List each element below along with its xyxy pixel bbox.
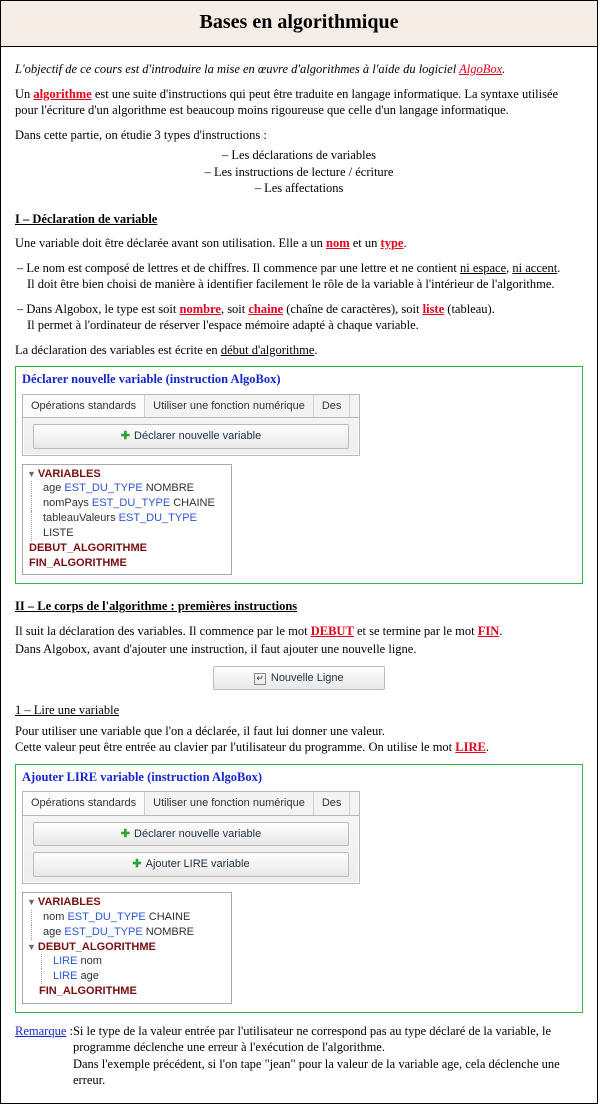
plus-icon: ✚	[121, 828, 130, 840]
remarque: Remarque : Si le type de la valeur entré…	[15, 1023, 583, 1089]
algobox-panel: Opérations standards Utiliser une foncti…	[22, 394, 360, 456]
section-2-1-head: 1 – Lire une variable	[15, 702, 583, 719]
tab-des[interactable]: Des	[314, 395, 351, 418]
code-tree: ▼VARIABLES age EST_DU_TYPE NOMBRE nomPay…	[22, 464, 232, 576]
greenbox-title: Ajouter LIRE variable (instruction AlgoB…	[22, 769, 576, 786]
greenbox-title: Déclarer nouvelle variable (instruction …	[22, 371, 576, 388]
kw-algorithme: algorithme	[33, 87, 91, 101]
kw-type: type	[381, 236, 404, 250]
title-band: Bases en algorithmique	[1, 1, 597, 47]
document-page: Bases en algorithmique L'objectif de ce …	[0, 0, 598, 1104]
greenbox-lire: Ajouter LIRE variable (instruction AlgoB…	[15, 764, 583, 1013]
return-icon: ↵	[254, 673, 266, 685]
intro-p2: Un algorithme est une suite d'instructio…	[15, 86, 583, 119]
tab-des[interactable]: Des	[314, 792, 351, 815]
tab-fonction-numerique[interactable]: Utiliser une fonction numérique	[145, 792, 314, 815]
intro-p3: Dans cette partie, on étudie 3 types d'i…	[15, 127, 583, 144]
triangle-icon: ▼	[27, 469, 36, 479]
btn-declarer-variable[interactable]: ✚Déclarer nouvelle variable	[33, 424, 349, 449]
s2-p1: Il suit la déclaration des variables. Il…	[15, 623, 583, 640]
tab-standards[interactable]: Opérations standards	[23, 792, 145, 815]
s1-line3: La déclaration des variables est écrite …	[15, 342, 583, 359]
section-1-head: I – Déclaration de variable	[15, 211, 583, 228]
plus-icon: ✚	[132, 858, 141, 870]
s2-1-p1: Pour utiliser une variable que l'on a dé…	[15, 723, 583, 740]
remarque-label: Remarque	[15, 1024, 66, 1038]
kw-chaine: chaine	[248, 302, 283, 316]
intro-bullets: – Les déclarations de variables – Les in…	[15, 147, 583, 197]
tab-fonction-numerique[interactable]: Utiliser une fonction numérique	[145, 395, 314, 418]
kw-algobox: AlgoBox	[459, 62, 502, 76]
tab-standards[interactable]: Opérations standards	[23, 395, 145, 418]
s1-item1: – Le nom est composé de lettres et de ch…	[15, 260, 583, 293]
kw-debut: DEBUT	[311, 624, 354, 638]
greenbox-declarer: Déclarer nouvelle variable (instruction …	[15, 366, 583, 584]
s2-p2: Dans Algobox, avant d'ajouter une instru…	[15, 641, 583, 658]
triangle-icon: ▼	[27, 942, 36, 952]
triangle-icon: ▼	[27, 897, 36, 907]
kw-nom: nom	[326, 236, 350, 250]
tabs: Opérations standards Utiliser une foncti…	[23, 395, 359, 419]
section-2-head: II – Le corps de l'algorithme : première…	[15, 598, 583, 615]
page-title: Bases en algorithmique	[1, 11, 597, 34]
tabs: Opérations standards Utiliser une foncti…	[23, 792, 359, 816]
kw-fin: FIN	[478, 624, 500, 638]
s2-1-p2: Cette valeur peut être entrée au clavier…	[15, 739, 583, 756]
btn-declarer-variable[interactable]: ✚Déclarer nouvelle variable	[33, 822, 349, 847]
plus-icon: ✚	[121, 430, 130, 442]
document-body: L'objectif de ce cours est d'introduire …	[1, 47, 597, 1103]
kw-liste: liste	[423, 302, 445, 316]
kw-nombre: nombre	[180, 302, 221, 316]
code-tree: ▼VARIABLES nom EST_DU_TYPE CHAINE age ES…	[22, 892, 232, 1004]
s1-item2: – Dans Algobox, le type est soit nombre,…	[15, 301, 583, 334]
algobox-panel: Opérations standards Utiliser une foncti…	[22, 791, 360, 884]
intro-objective: L'objectif de ce cours est d'introduire …	[15, 61, 583, 78]
s1-line1: Une variable doit être déclarée avant so…	[15, 235, 583, 252]
btn-nouvelle-ligne[interactable]: ↵Nouvelle Ligne	[213, 666, 385, 691]
kw-lire: LIRE	[455, 740, 486, 754]
